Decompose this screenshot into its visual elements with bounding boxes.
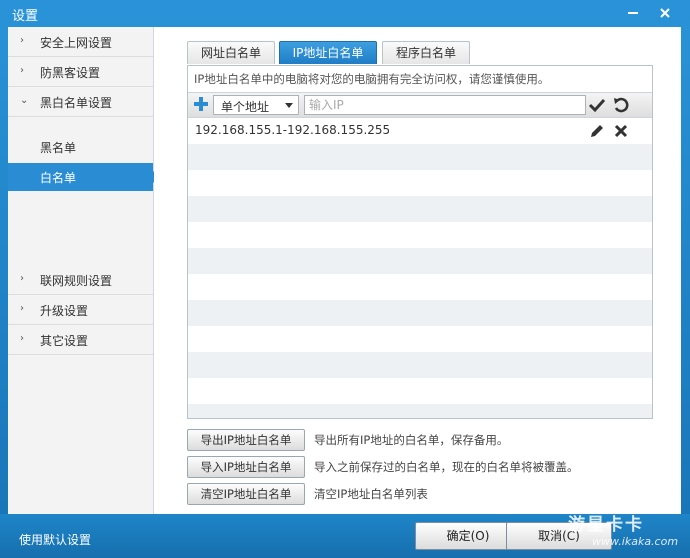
list-item[interactable]: 192.168.155.1-192.168.155.255 xyxy=(188,118,652,144)
empty-row xyxy=(188,274,652,300)
action-description: 导出所有IP地址的白名单，保存备用。 xyxy=(314,433,509,447)
action-description: 导入之前保存过的白名单，现在的白名单将被覆盖。 xyxy=(314,460,579,474)
empty-row xyxy=(188,404,652,418)
ip-list: 192.168.155.1-192.168.155.255 xyxy=(188,118,652,418)
empty-row xyxy=(188,248,652,274)
empty-row xyxy=(188,326,652,352)
sidebar-item-other[interactable]: › 其它设置 xyxy=(8,325,153,355)
chevron-right-icon: › xyxy=(20,65,24,76)
watermark-url: www.ikaka.com xyxy=(592,535,679,548)
caret-down-icon xyxy=(285,103,293,108)
chevron-right-icon: › xyxy=(20,333,24,344)
sidebar-item-upgrade[interactable]: › 升级设置 xyxy=(8,295,153,325)
empty-row xyxy=(188,300,652,326)
action-row-export: 导出IP地址白名单 导出所有IP地址的白名单，保存备用。 xyxy=(187,429,657,451)
sidebar-subitem-blacklist[interactable]: 黑名单 xyxy=(8,133,153,161)
sidebar-item-black-white-list[interactable]: ⌄ 黑白名单设置 xyxy=(8,87,153,117)
sidebar-subitem-label: 黑名单 xyxy=(40,141,77,155)
delete-icon[interactable] xyxy=(612,122,630,140)
ip-input[interactable] xyxy=(304,95,586,115)
settings-window: 设置 › 安全上网设置 › 防黑客设置 ⌄ 黑白名单设置 黑名单 白名单 › 联… xyxy=(0,0,690,558)
empty-row xyxy=(188,144,652,170)
action-row-clear: 清空IP地址白名单 清空IP地址白名单列表 xyxy=(187,483,657,505)
empty-row xyxy=(188,196,652,222)
select-value: 单个地址 xyxy=(221,100,270,114)
tab-ip-whitelist[interactable]: IP地址白名单 xyxy=(279,41,377,64)
sidebar-item-label: 联网规则设置 xyxy=(40,274,113,288)
ip-whitelist-panel: IP地址白名单中的电脑将对您的电脑拥有完全访问权，请您谨慎使用。 单个地址 19… xyxy=(187,65,653,419)
sidebar-item-safe-browsing[interactable]: › 安全上网设置 xyxy=(8,27,153,57)
import-whitelist-button[interactable]: 导入IP地址白名单 xyxy=(187,456,305,478)
empty-row xyxy=(188,352,652,378)
sidebar-item-label: 升级设置 xyxy=(40,304,89,318)
clear-whitelist-button[interactable]: 清空IP地址白名单 xyxy=(187,483,305,505)
check-icon[interactable] xyxy=(588,96,606,114)
sidebar-subitem-whitelist[interactable]: 白名单 xyxy=(8,163,159,191)
tab-program-whitelist[interactable]: 程序白名单 xyxy=(382,41,470,64)
empty-row xyxy=(188,378,652,404)
edit-icon[interactable] xyxy=(588,122,606,140)
sidebar-item-label: 其它设置 xyxy=(40,334,89,348)
tab-url-whitelist[interactable]: 网址白名单 xyxy=(187,41,275,64)
sidebar-subitem-label: 白名单 xyxy=(40,171,77,185)
empty-row xyxy=(188,222,652,248)
action-description: 清空IP地址白名单列表 xyxy=(314,487,428,501)
watermark-logo: 游星卡卡 www.ikaka.com xyxy=(568,510,690,558)
minimize-icon[interactable] xyxy=(622,3,644,23)
sidebar-item-network-rules[interactable]: › 联网规则设置 xyxy=(8,265,153,295)
undo-icon[interactable] xyxy=(612,96,630,114)
address-type-select[interactable]: 单个地址 xyxy=(213,95,299,115)
sidebar: › 安全上网设置 › 防黑客设置 ⌄ 黑白名单设置 黑名单 白名单 › 联网规则… xyxy=(8,27,159,514)
sidebar-item-label: 防黑客设置 xyxy=(40,66,101,80)
chevron-down-icon: ⌄ xyxy=(20,95,29,106)
entry-toolbar: 单个地址 xyxy=(188,92,652,118)
action-row-import: 导入IP地址白名单 导入之前保存过的白名单，现在的白名单将被覆盖。 xyxy=(187,456,657,478)
add-icon[interactable] xyxy=(193,96,209,112)
sidebar-item-label: 安全上网设置 xyxy=(40,36,113,50)
chevron-right-icon: › xyxy=(20,303,24,314)
export-whitelist-button[interactable]: 导出IP地址白名单 xyxy=(187,429,305,451)
window-title: 设置 xyxy=(12,9,39,24)
chevron-right-icon: › xyxy=(20,273,24,284)
chevron-right-icon: › xyxy=(20,35,24,46)
title-bar: 设置 xyxy=(0,0,690,26)
empty-row xyxy=(188,170,652,196)
panel-description: IP地址白名单中的电脑将对您的电脑拥有完全访问权，请您谨慎使用。 xyxy=(194,72,550,86)
sidebar-item-anti-hacker[interactable]: › 防黑客设置 xyxy=(8,57,153,87)
ip-range-text: 192.168.155.1-192.168.155.255 xyxy=(195,123,391,137)
close-icon[interactable] xyxy=(654,3,676,23)
sidebar-item-label: 黑白名单设置 xyxy=(40,96,113,110)
watermark-text: 游星卡卡 xyxy=(568,515,644,535)
main-content: 网址白名单 IP地址白名单 程序白名单 IP地址白名单中的电脑将对您的电脑拥有完… xyxy=(154,27,681,514)
use-default-settings-link[interactable]: 使用默认设置 xyxy=(19,531,91,548)
